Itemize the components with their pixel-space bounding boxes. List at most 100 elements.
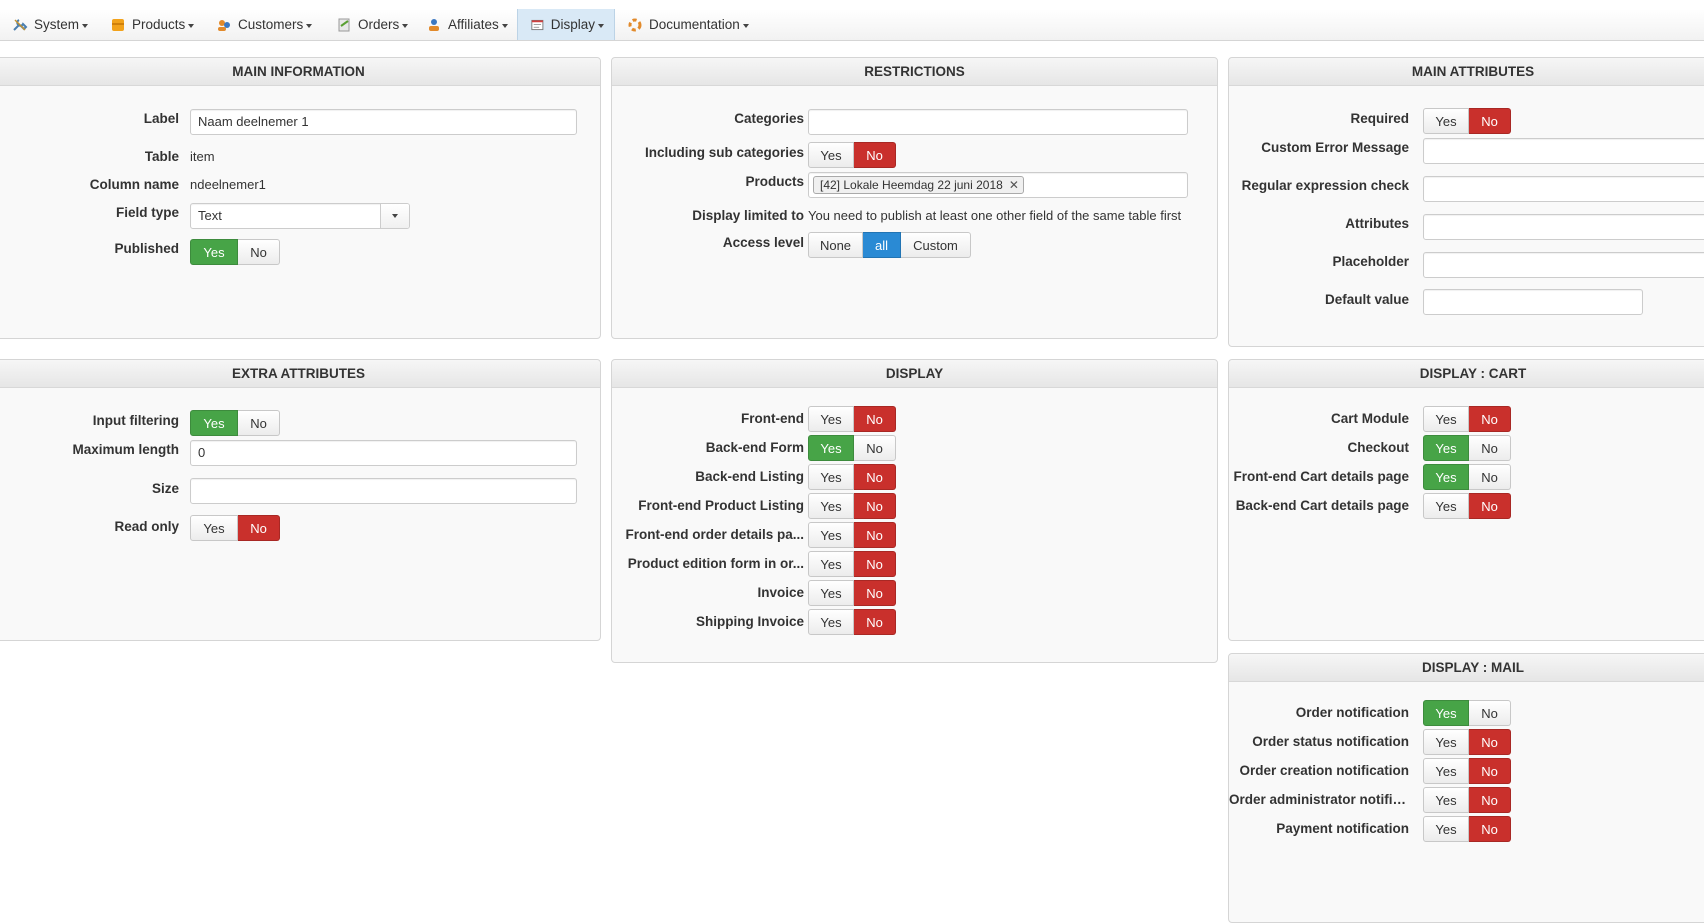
- menu-affiliates[interactable]: Affiliates: [414, 9, 518, 40]
- display-no-button[interactable]: No: [854, 609, 896, 635]
- subcategories-no-button[interactable]: No: [854, 142, 896, 168]
- chevron-down-icon: [598, 23, 604, 28]
- menu-system-label: System: [34, 17, 80, 32]
- custom-error-input[interactable]: [1423, 138, 1704, 164]
- panel-title: MAIN INFORMATION: [0, 58, 600, 86]
- categories-input[interactable]: [808, 109, 1188, 135]
- display-limited-label: Display limited to: [692, 208, 804, 223]
- published-no-button[interactable]: No: [238, 239, 280, 265]
- cart-no-button[interactable]: No: [1469, 493, 1511, 519]
- menu-system[interactable]: System: [0, 9, 98, 40]
- regex-input[interactable]: [1423, 176, 1704, 202]
- display-yes-button[interactable]: Yes: [808, 522, 854, 548]
- display-no-button[interactable]: No: [854, 464, 896, 490]
- mail-row-toggle: Yes No: [1423, 729, 1511, 755]
- published-yes-button[interactable]: Yes: [190, 239, 238, 265]
- mail-no-button[interactable]: No: [1469, 787, 1511, 813]
- display-yes-button[interactable]: Yes: [808, 580, 854, 606]
- input-filtering-toggle: Yes No: [190, 410, 280, 436]
- custom-error-label: Custom Error Message: [1261, 140, 1409, 155]
- display-no-button[interactable]: No: [854, 580, 896, 606]
- display-yes-button[interactable]: Yes: [808, 609, 854, 635]
- display-row-toggle: Yes No: [808, 551, 896, 577]
- display-row-toggle: Yes No: [808, 580, 896, 606]
- cart-no-button[interactable]: No: [1469, 464, 1511, 490]
- menu-products[interactable]: Products: [98, 9, 204, 40]
- customers-icon: [218, 19, 230, 31]
- required-toggle: Yes No: [1423, 108, 1511, 134]
- published-toggle: Yes No: [190, 239, 280, 265]
- display-row-toggle: Yes No: [808, 493, 896, 519]
- menu-documentation[interactable]: Documentation: [615, 9, 759, 40]
- mail-no-button[interactable]: No: [1469, 729, 1511, 755]
- access-custom-button[interactable]: Custom: [901, 232, 971, 258]
- read-only-yes-button[interactable]: Yes: [190, 515, 238, 541]
- cart-row-label: Back-end Cart details page: [1235, 498, 1409, 513]
- display-no-button[interactable]: No: [854, 522, 896, 548]
- chevron-down-icon[interactable]: [380, 204, 409, 228]
- menu-customers-label: Customers: [238, 17, 304, 32]
- max-length-input[interactable]: 0: [190, 440, 577, 466]
- cart-no-button[interactable]: No: [1469, 406, 1511, 432]
- display-yes-button[interactable]: Yes: [808, 551, 854, 577]
- default-value-input[interactable]: [1423, 289, 1643, 315]
- access-all-button[interactable]: all: [863, 232, 901, 258]
- cart-no-button[interactable]: No: [1469, 435, 1511, 461]
- display-row-label: Back-end Listing: [695, 469, 804, 484]
- mail-row-toggle: Yes No: [1423, 700, 1511, 726]
- read-only-no-button[interactable]: No: [238, 515, 280, 541]
- input-filtering-label: Input filtering: [92, 413, 179, 428]
- required-no-button[interactable]: No: [1469, 108, 1511, 134]
- required-yes-button[interactable]: Yes: [1423, 108, 1469, 134]
- mail-no-button[interactable]: No: [1469, 816, 1511, 842]
- display-no-button[interactable]: No: [854, 493, 896, 519]
- subcategories-label: Including sub categories: [644, 145, 804, 160]
- display-no-button[interactable]: No: [854, 406, 896, 432]
- attributes-input[interactable]: [1423, 214, 1704, 240]
- label-input[interactable]: Naam deelnemer 1: [190, 109, 577, 135]
- mail-yes-button[interactable]: Yes: [1423, 816, 1469, 842]
- mail-no-button[interactable]: No: [1469, 758, 1511, 784]
- display-yes-button[interactable]: Yes: [808, 493, 854, 519]
- display-row-toggle: Yes No: [808, 609, 896, 635]
- cart-yes-button[interactable]: Yes: [1423, 464, 1469, 490]
- display-yes-button[interactable]: Yes: [808, 406, 854, 432]
- mail-yes-button[interactable]: Yes: [1423, 758, 1469, 784]
- mail-yes-button[interactable]: Yes: [1423, 700, 1469, 726]
- input-filtering-no-button[interactable]: No: [238, 410, 280, 436]
- panel-main-information: MAIN INFORMATION Label Naam deelnemer 1 …: [0, 57, 601, 339]
- cart-yes-button[interactable]: Yes: [1423, 493, 1469, 519]
- mail-yes-button[interactable]: Yes: [1423, 787, 1469, 813]
- mail-no-button[interactable]: No: [1469, 700, 1511, 726]
- menu-display-label: Display: [550, 17, 595, 32]
- display-yes-button[interactable]: Yes: [808, 464, 854, 490]
- mail-yes-button[interactable]: Yes: [1423, 729, 1469, 755]
- remove-tag-icon[interactable]: ✕: [1009, 177, 1019, 193]
- display-row-toggle: Yes No: [808, 406, 896, 432]
- panel-title: DISPLAY : CART: [1229, 360, 1704, 388]
- cart-yes-button[interactable]: Yes: [1423, 435, 1469, 461]
- size-input[interactable]: [190, 478, 577, 504]
- menu-affiliates-label: Affiliates: [448, 17, 499, 32]
- display-no-button[interactable]: No: [854, 551, 896, 577]
- input-filtering-yes-button[interactable]: Yes: [190, 410, 238, 436]
- display-row-label: Front-end: [741, 411, 804, 426]
- table-value: item: [190, 149, 215, 164]
- mail-row-label: Payment notification: [1276, 821, 1409, 836]
- attributes-label: Attributes: [1345, 216, 1409, 231]
- cart-row-toggle: Yes No: [1423, 406, 1511, 432]
- placeholder-input[interactable]: [1423, 252, 1704, 278]
- display-row-label: Product edition form in or...: [627, 556, 804, 571]
- access-none-button[interactable]: None: [808, 232, 863, 258]
- panel-title: EXTRA ATTRIBUTES: [0, 360, 600, 388]
- menu-orders[interactable]: Orders: [324, 9, 418, 40]
- products-input[interactable]: [42] Lokale Heemdag 22 juni 2018 ✕: [808, 172, 1188, 198]
- field-type-select[interactable]: Text: [190, 203, 410, 229]
- menu-display[interactable]: Display: [517, 9, 615, 40]
- display-no-button[interactable]: No: [854, 435, 896, 461]
- subcategories-yes-button[interactable]: Yes: [808, 142, 854, 168]
- menu-customers[interactable]: Customers: [204, 9, 322, 40]
- display-yes-button[interactable]: Yes: [808, 435, 854, 461]
- cart-yes-button[interactable]: Yes: [1423, 406, 1469, 432]
- max-length-label: Maximum length: [72, 442, 179, 457]
